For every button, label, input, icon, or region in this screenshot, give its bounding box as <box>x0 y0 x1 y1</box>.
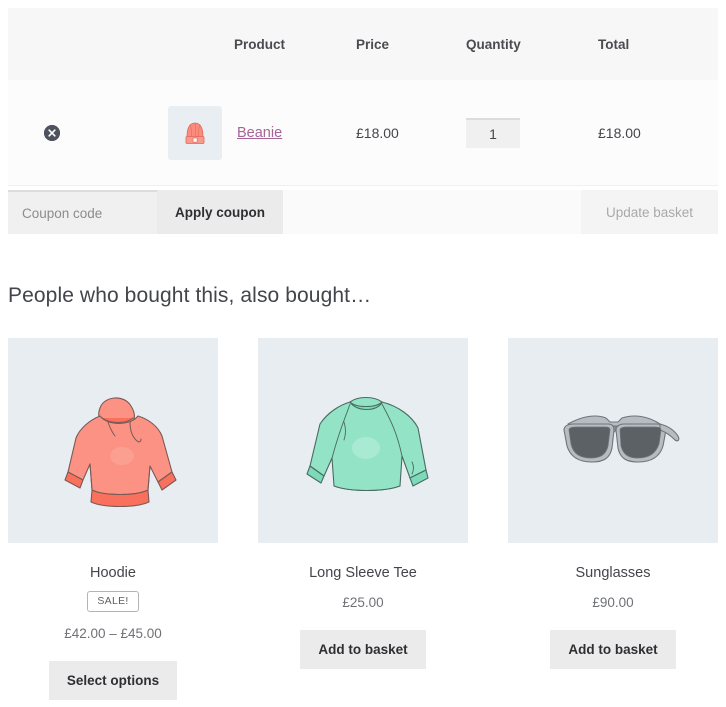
product-card: Sunglasses £90.00 Add to basket <box>508 338 718 700</box>
coupon-actions-row: Apply coupon Update basket <box>8 190 718 234</box>
cell-product-name: Beanie <box>234 80 356 185</box>
product-title[interactable]: Sunglasses <box>576 565 651 581</box>
product-link-beanie[interactable]: Beanie <box>234 125 282 141</box>
product-price: £90.00 <box>592 595 633 610</box>
column-header-price: Price <box>356 8 466 80</box>
cart-table-container: Product Price Quantity Total <box>8 8 718 186</box>
long-sleeve-tee-illustration-icon[interactable] <box>258 338 468 543</box>
cart-table-body: Beanie £18.00 £18.00 <box>8 80 718 185</box>
select-options-button[interactable]: Select options <box>49 661 177 700</box>
hoodie-illustration-icon[interactable] <box>8 338 218 543</box>
product-price: £25.00 <box>342 595 383 610</box>
column-header-quantity: Quantity <box>466 8 598 80</box>
product-card: Long Sleeve Tee £25.00 Add to basket <box>258 338 468 700</box>
product-title[interactable]: Long Sleeve Tee <box>309 565 417 581</box>
upsell-products-grid: Hoodie SALE! £42.00 – £45.00 Select opti… <box>8 338 718 700</box>
cart-table-head: Product Price Quantity Total <box>8 8 718 80</box>
column-header-thumbnail <box>84 8 234 80</box>
coupon-row-spacer <box>283 190 581 234</box>
sunglasses-illustration-icon[interactable] <box>508 338 718 543</box>
sale-badge: SALE! <box>87 591 138 612</box>
beanie-thumbnail-icon[interactable] <box>168 106 222 160</box>
cart-row-divider <box>8 185 718 186</box>
cart-header-row: Product Price Quantity Total <box>8 8 718 80</box>
update-basket-button[interactable]: Update basket <box>581 190 718 234</box>
cell-quantity <box>466 80 598 185</box>
cell-remove <box>8 80 84 185</box>
cart-table: Product Price Quantity Total <box>8 8 718 185</box>
cell-total: £18.00 <box>598 80 718 185</box>
column-header-total: Total <box>598 8 718 80</box>
coupon-code-input[interactable] <box>8 190 157 234</box>
add-to-basket-button[interactable]: Add to basket <box>550 630 675 669</box>
add-to-basket-button[interactable]: Add to basket <box>300 630 425 669</box>
product-title[interactable]: Hoodie <box>90 565 136 581</box>
remove-circle-x-icon[interactable] <box>44 125 60 141</box>
product-card: Hoodie SALE! £42.00 – £45.00 Select opti… <box>8 338 218 700</box>
column-header-product: Product <box>234 8 356 80</box>
apply-coupon-button[interactable]: Apply coupon <box>157 190 283 234</box>
column-header-remove <box>8 8 84 80</box>
upsells-heading: People who bought this, also bought… <box>8 284 371 308</box>
cart-item-row: Beanie £18.00 £18.00 <box>8 80 718 185</box>
product-price: £42.00 – £45.00 <box>64 626 162 641</box>
cell-price: £18.00 <box>356 80 466 185</box>
quantity-input[interactable] <box>466 118 520 148</box>
cell-thumbnail <box>84 80 234 185</box>
